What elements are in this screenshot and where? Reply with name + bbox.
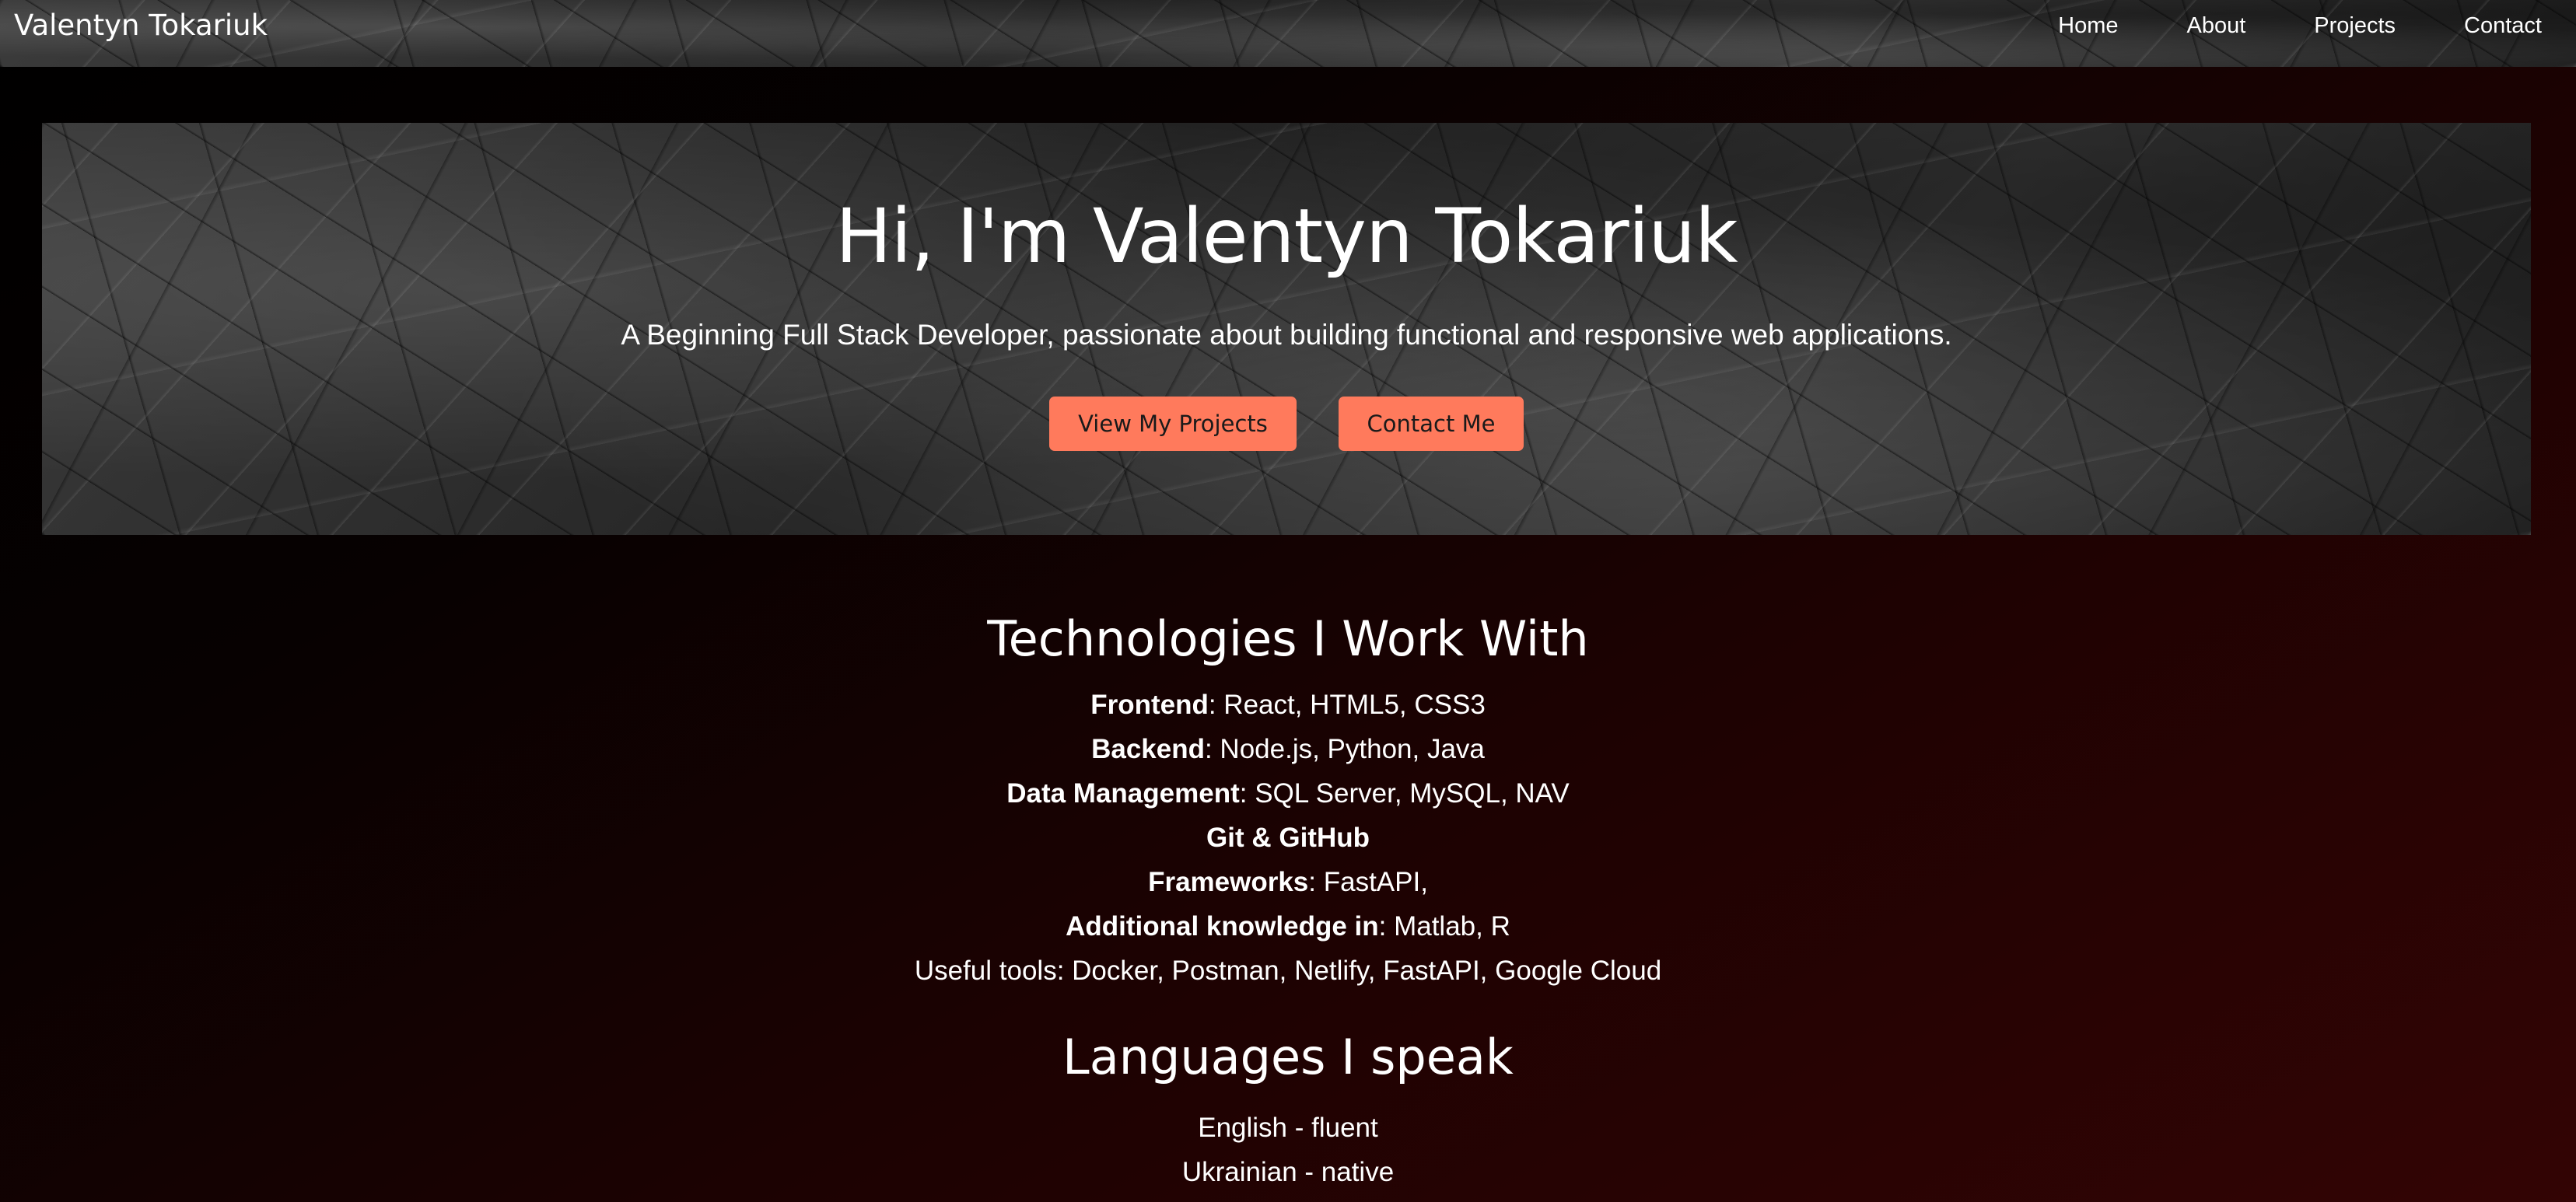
- languages-list: English - fluent Ukrainian - native: [0, 1106, 2576, 1194]
- tech-label: Git & GitHub: [1206, 823, 1370, 853]
- nav-links: Home About Projects Contact: [2024, 0, 2551, 51]
- technologies-title: Technologies I Work With: [987, 610, 1589, 667]
- tech-value: : Node.js, Python, Java: [1204, 734, 1485, 764]
- hero-buttons: View My Projects Contact Me: [42, 397, 2531, 451]
- languages-title: Languages I speak: [1062, 1029, 1514, 1085]
- languages-section: Languages I speak English - fluent Ukrai…: [0, 1017, 2576, 1194]
- tech-item-git: Git & GitHub: [0, 816, 2576, 860]
- tech-item-frontend: Frontend: React, HTML5, CSS3: [0, 683, 2576, 727]
- tech-value: : SQL Server, MySQL, NAV: [1239, 778, 1570, 809]
- tech-label: Data Management: [1006, 778, 1240, 809]
- hero-title: Hi, I'm Valentyn Tokariuk: [835, 193, 1738, 280]
- tech-item-tools: Useful tools: Docker, Postman, Netlify, …: [0, 949, 2576, 993]
- nav-link-home[interactable]: Home: [2024, 0, 2152, 51]
- tech-value: : React, HTML5, CSS3: [1208, 690, 1486, 720]
- brand-logo[interactable]: Valentyn Tokariuk: [14, 0, 268, 51]
- tech-item-backend: Backend: Node.js, Python, Java: [0, 727, 2576, 771]
- tech-item-additional: Additional knowledge in: Matlab, R: [0, 904, 2576, 949]
- contact-me-button[interactable]: Contact Me: [1339, 397, 1524, 451]
- hero-section: Hi, I'm Valentyn Tokariuk A Beginning Fu…: [42, 123, 2531, 535]
- technologies-list: Frontend: React, HTML5, CSS3 Backend: No…: [0, 683, 2576, 993]
- navbar: Valentyn Tokariuk Home About Projects Co…: [0, 0, 2576, 67]
- language-item-ukrainian: Ukrainian - native: [1181, 1157, 1395, 1187]
- nav-link-projects[interactable]: Projects: [2280, 0, 2430, 51]
- tech-label: Additional knowledge in: [1066, 911, 1379, 942]
- tech-value: : Matlab, R: [1378, 911, 1510, 942]
- tech-value: : FastAPI,: [1308, 867, 1428, 897]
- view-projects-button[interactable]: View My Projects: [1049, 397, 1297, 451]
- tech-item-data-management: Data Management: SQL Server, MySQL, NAV: [0, 771, 2576, 816]
- nav-link-contact[interactable]: Contact: [2430, 0, 2551, 51]
- tech-label: Frontend: [1090, 690, 1209, 720]
- language-item-english: English - fluent: [1198, 1113, 1378, 1143]
- tech-label: Backend: [1091, 734, 1205, 764]
- tech-value: Useful tools: Docker, Postman, Netlify, …: [914, 956, 1662, 986]
- nav-link-about[interactable]: About: [2152, 0, 2280, 51]
- tech-label: Frameworks: [1148, 867, 1309, 897]
- technologies-section: Technologies I Work With Frontend: React…: [0, 599, 2576, 993]
- hero-subtitle: A Beginning Full Stack Developer, passio…: [621, 319, 1952, 351]
- tech-item-frameworks: Frameworks: FastAPI,: [0, 860, 2576, 904]
